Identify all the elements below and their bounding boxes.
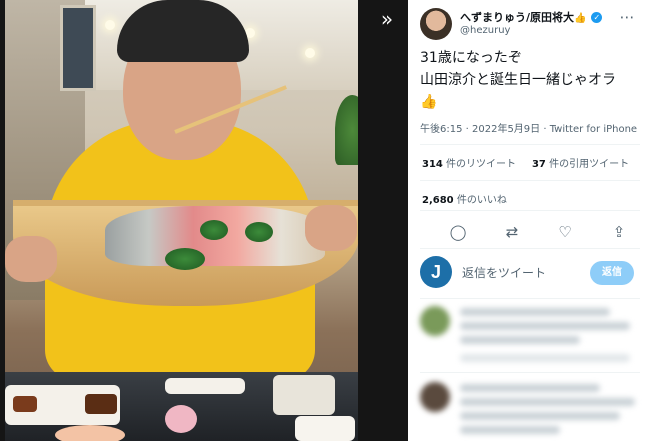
like-count: 2,680 xyxy=(422,195,454,206)
author-handle[interactable]: @hezuruy xyxy=(460,25,510,36)
retweets-link[interactable]: 314 件のリツイート xyxy=(422,159,516,170)
reply-button[interactable]: 返信 xyxy=(590,261,634,285)
reply-text xyxy=(460,426,560,434)
quote-label: 件の引用ツイート xyxy=(545,159,630,170)
photo-bowl xyxy=(165,405,197,433)
media-viewer: » xyxy=(0,0,408,441)
quote-tweets-link[interactable]: 37 件の引用ツイート xyxy=(532,159,629,170)
reply-text xyxy=(460,398,635,406)
tweet-photo[interactable] xyxy=(5,0,358,441)
divider xyxy=(420,144,640,145)
retweet-stats: 314 件のリツイート 37 件の引用ツイート xyxy=(422,155,629,170)
tweet-panel: へずまりゅう/原田将大👍 ✓ @hezuruy ⋯ 31歳になったぞ 山田涼介と… xyxy=(408,0,645,441)
tweet-text-line: 山田涼介と誕生日一緒じゃオラ xyxy=(420,72,616,88)
reply-header xyxy=(460,384,600,392)
photo-soy-sauce xyxy=(85,394,117,414)
thumbs-up-emoji: 👍 xyxy=(420,94,438,110)
verified-badge-icon: ✓ xyxy=(591,12,603,23)
photo-garnish xyxy=(165,248,205,270)
reply-text xyxy=(460,336,580,344)
tweet-text-line: 31歳になったぞ xyxy=(420,50,522,66)
thumbs-up-emoji: 👍 xyxy=(574,13,587,24)
photo-side-dish xyxy=(273,375,335,415)
reply-text xyxy=(460,412,620,420)
photo-soy-sauce xyxy=(13,396,37,412)
author-avatar[interactable] xyxy=(420,8,452,40)
media-backdrop xyxy=(358,0,408,441)
retweet-label: 件のリツイート xyxy=(442,159,517,170)
reply-actions xyxy=(460,354,630,362)
photo-light xyxy=(305,48,315,58)
photo-garnish xyxy=(200,220,228,240)
photo-bowl xyxy=(55,425,125,441)
photo-cap-logo xyxy=(165,6,191,26)
like-label: 件のいいね xyxy=(453,195,507,206)
divider xyxy=(420,248,640,249)
photo-left-hand xyxy=(5,236,57,282)
double-chevron-right-icon[interactable]: » xyxy=(372,8,402,30)
photo-plate xyxy=(165,378,245,394)
likes-link[interactable]: 2,680 件のいいね xyxy=(422,191,507,206)
author-name[interactable]: へずまりゅう/原田将大👍 ✓ xyxy=(460,9,603,25)
reply-input[interactable]: 返信をツイート xyxy=(462,264,546,281)
share-icon[interactable]: ⇪ xyxy=(605,218,633,246)
photo-plant xyxy=(335,95,358,165)
current-user-avatar: J xyxy=(420,256,452,288)
photo-plate xyxy=(295,416,355,441)
reply-header xyxy=(460,308,610,316)
divider xyxy=(420,180,640,181)
more-options-icon[interactable]: ⋯ xyxy=(616,6,638,28)
photo-wall-frame xyxy=(60,5,96,91)
photo-garnish xyxy=(245,222,273,242)
reply-tweet[interactable] xyxy=(420,382,640,442)
divider xyxy=(420,372,640,373)
divider xyxy=(420,210,640,211)
tweet-actions: ◯ ⇄ ♡ ⇪ xyxy=(420,218,640,246)
reply-text xyxy=(460,322,630,330)
photo-light xyxy=(105,20,115,30)
tweet-text: 31歳になったぞ 山田涼介と誕生日一緒じゃオラ 👍 xyxy=(420,47,640,113)
reply-avatar xyxy=(420,306,450,336)
reply-avatar xyxy=(420,382,450,412)
tweet-timestamp[interactable]: 午後6:15 · 2022年5月9日 · Twitter for iPhone xyxy=(420,120,637,135)
retweet-count: 314 xyxy=(422,159,443,170)
author-display-name: へずまりゅう/原田将大 xyxy=(460,11,575,24)
like-icon[interactable]: ♡ xyxy=(551,218,579,246)
quote-count: 37 xyxy=(531,159,546,170)
retweet-icon[interactable]: ⇄ xyxy=(498,218,526,246)
photo-right-hand xyxy=(305,205,357,251)
reply-icon[interactable]: ◯ xyxy=(444,218,472,246)
reply-tweet[interactable] xyxy=(420,306,640,366)
divider xyxy=(420,298,640,299)
